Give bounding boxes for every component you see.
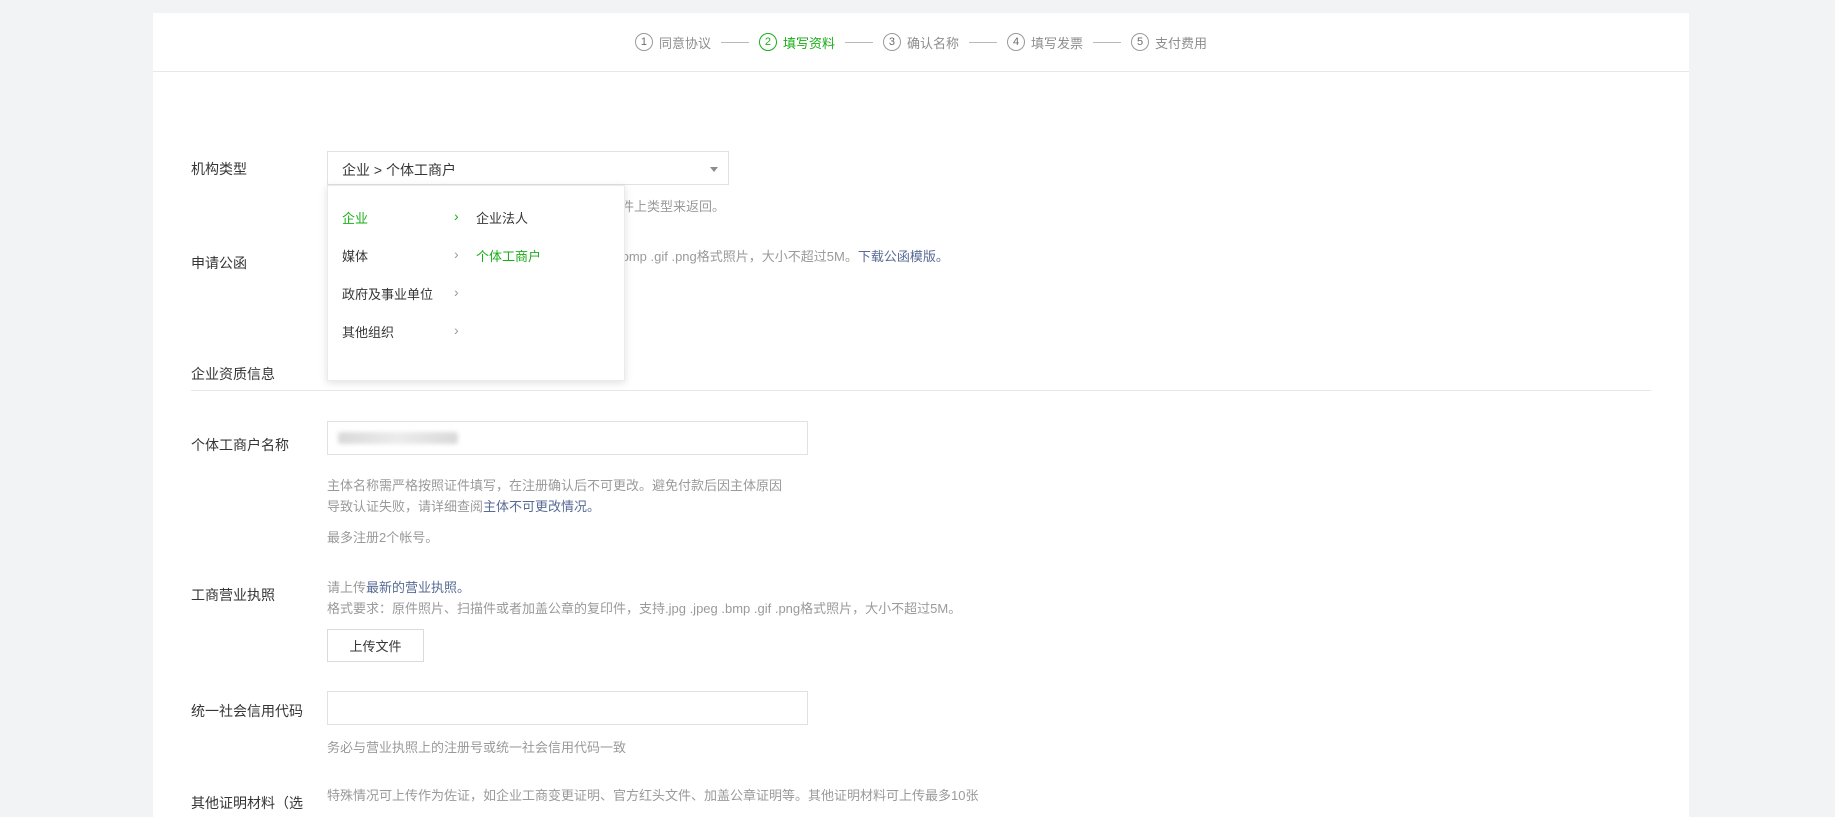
step-separator [844,41,873,43]
step-confirm-name: 3 确认名称 [882,33,959,52]
step-fill-info: 2 填写资料 [758,33,835,52]
cascader-option-individual-business[interactable]: 个体工商户 [476,236,624,274]
upload-file-button[interactable]: 上传文件 [327,629,424,662]
cascader-option-media[interactable]: 媒体 › [328,236,476,274]
step-invoice: 4 填写发票 [1007,33,1083,52]
step-number: 3 [882,33,901,51]
option-label: 其他组织 [342,324,395,340]
option-label: 企业 [342,210,369,226]
org-type-cascader: 企业 › 媒体 › 政府及事业单位 › 其他组织 › 企业法人 个体工商户 [327,185,625,381]
option-label: 政府及事业单位 [342,286,434,302]
cascader-level1: 企业 › 媒体 › 政府及事业单位 › 其他组织 › [328,198,476,350]
step-separator [969,41,997,43]
option-label: 个体工商户 [476,248,542,264]
business-license-label: 工商营业执照 [191,587,275,603]
step-number: 1 [634,33,653,51]
caret-down-icon [710,167,718,172]
step-separator [720,41,749,43]
step-number: 2 [758,33,777,51]
cascader-option-other-org[interactable]: 其他组织 › [328,312,476,350]
apply-letter-tip-text: .bmp .gif .png格式照片，大小不超过5M。 [618,249,858,264]
section-title: 企业资质信息 [191,366,275,382]
progress-steps: 1 同意协议 2 填写资料 3 确认名称 4 填写发票 5 支付费用 [153,13,1689,72]
step-label: 确认名称 [906,35,959,51]
org-type-label: 机构类型 [191,161,247,177]
cascader-option-legal-entity[interactable]: 企业法人 [476,198,624,236]
apply-letter-label: 申请公函 [191,255,247,271]
step-label: 同意协议 [658,35,711,51]
other-materials-label: 其他证明材料（选 [191,795,303,811]
form-card: 1 同意协议 2 填写资料 3 确认名称 4 填写发票 5 支付费用 机构类型 … [153,13,1689,817]
step-label: 填写发票 [1031,35,1084,51]
business-name-tip-1: 主体名称需严格按照证件填写，在注册确认后不可更改。避免付款后因主体原因 [327,478,783,493]
other-materials-tip: 特殊情况可上传作为佐证，如企业工商变更证明、官方红头文件、加盖公章证明等。其他证… [327,788,979,803]
step-number: 5 [1131,33,1150,51]
cascader-option-enterprise[interactable]: 企业 › [328,198,476,236]
latest-license-link[interactable]: 最新的营业执照。 [366,580,470,595]
section-divider [191,390,1651,391]
download-template-link[interactable]: 下载公函模版。 [858,249,949,264]
business-name-label: 个体工商户名称 [191,437,289,453]
step-label: 支付费用 [1155,35,1208,51]
credit-code-tip: 务必与营业执照上的注册号或统一社会信用代码一致 [327,740,627,755]
chevron-right-icon: › [454,284,459,300]
step-agree: 1 同意协议 [634,33,711,52]
credit-code-label: 统一社会信用代码 [191,703,303,719]
step-label: 填写资料 [782,35,835,51]
blurred-input-value [338,432,458,444]
unchangeable-info-link[interactable]: 主体不可更改情况。 [483,499,600,514]
cascader-level2: 企业法人 个体工商户 [476,198,624,274]
account-limit-tip: 最多注册2个帐号。 [327,530,439,545]
cascader-option-government[interactable]: 政府及事业单位 › [328,274,476,312]
apply-letter-tip: .bmp .gif .png格式照片，大小不超过5M。下载公函模版。 [618,246,949,267]
chevron-right-icon: › [454,246,459,262]
step-payment: 5 支付费用 [1131,33,1207,52]
license-tip-1: 请上传最新的营业执照。 [327,577,470,598]
step-number: 4 [1007,33,1025,51]
chevron-right-icon: › [454,322,459,338]
license-format-tip: 格式要求：原件照片、扫描件或者加盖公章的复印件，支持.jpg .jpeg .bm… [327,601,962,616]
option-label: 企业法人 [476,210,529,226]
org-type-tip: 件上类型来返回。 [621,199,726,214]
credit-code-input[interactable] [327,691,808,725]
business-name-tip-2: 导致认证失败，请详细查阅主体不可更改情况。 [327,496,600,517]
tip-text: 请上传 [327,580,367,595]
tip-text: 导致认证失败，请详细查阅 [327,499,484,514]
org-type-select[interactable]: 企业 > 个体工商户 [327,151,729,185]
option-label: 媒体 [342,248,369,264]
step-separator [1093,41,1122,43]
chevron-right-icon: › [454,208,459,224]
business-name-input[interactable] [327,421,808,455]
org-type-value: 企业 > 个体工商户 [342,162,456,178]
